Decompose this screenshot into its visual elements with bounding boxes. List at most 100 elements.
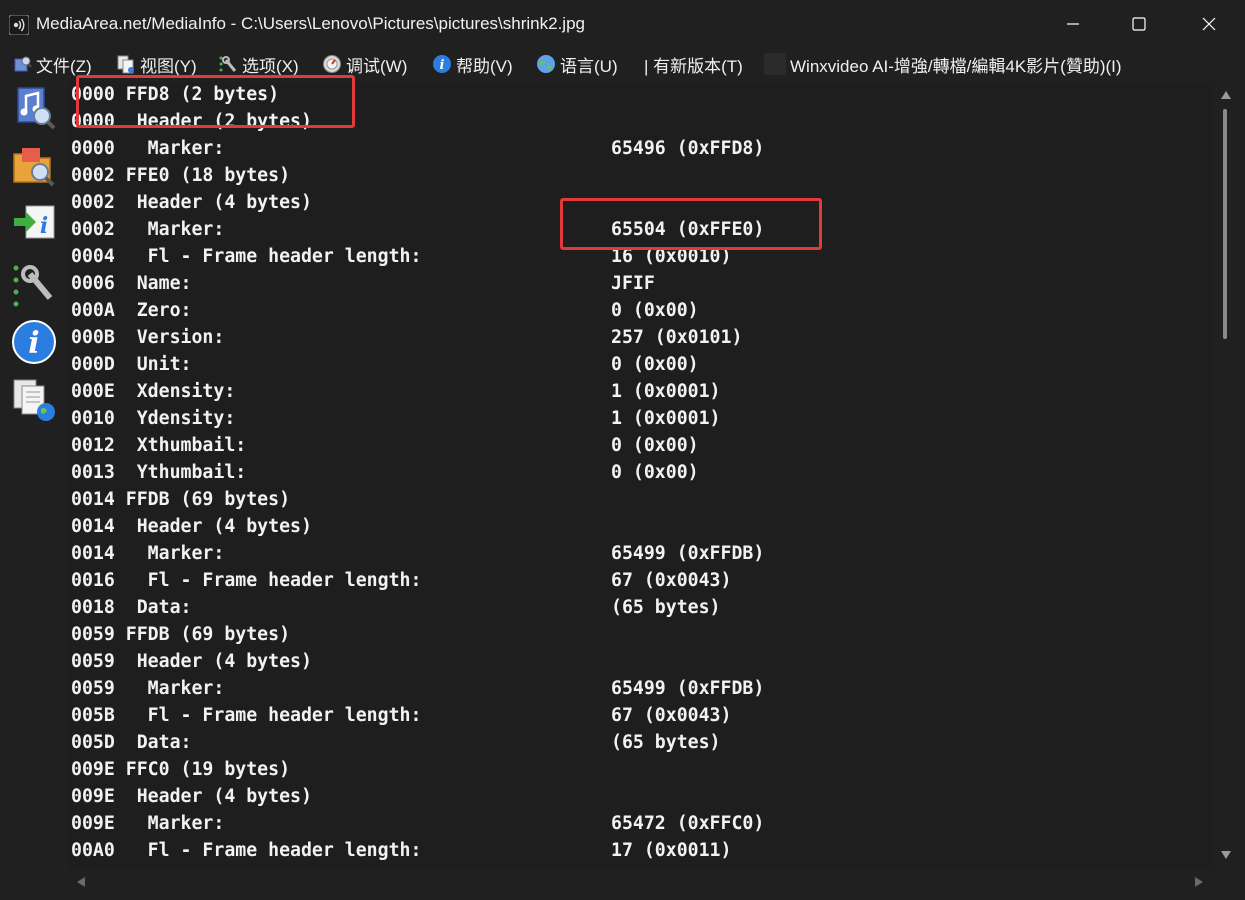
info-row: 009E Marker: [71,813,224,840]
row-label: Ydensity: [136,408,236,429]
row-offset: 000E [71,381,115,402]
row-value: 65496 (0xFFD8) [611,138,765,159]
row-indent [115,300,137,321]
row-value: 1 (0x0001) [611,408,721,429]
export-button[interactable]: i [10,200,58,250]
scroll-left-arrow-icon[interactable] [76,876,86,888]
row-indent [115,678,148,699]
row-indent [115,435,137,456]
row-label: Fl - Frame header length: [147,246,422,267]
menu-help[interactable]: i 帮助(V) [432,48,513,80]
scroll-right-arrow-icon[interactable] [1194,876,1204,888]
info-row: 0010 Ydensity: [71,408,235,435]
row-indent [115,138,148,159]
row-offset: 00A0 [71,840,115,861]
row-value: 0 (0x00) [611,354,699,375]
info-row: 0002 FFE0 (18 bytes) [71,165,290,192]
row-indent [115,570,148,591]
info-row: 0014 Header (4 bytes) [71,516,312,543]
row-indent [115,732,137,753]
info-row: 009E Header (4 bytes) [71,786,312,813]
row-label: Header (4 bytes) [136,192,312,213]
row-indent [115,246,148,267]
info-row: 0012 Xthumbail: [71,435,246,462]
row-label: FFE0 (18 bytes) [125,165,291,186]
scroll-up-arrow-icon[interactable] [1220,90,1232,100]
menu-new-version[interactable]: | 有新版本(T) [644,48,743,80]
row-indent [115,327,137,348]
music-file-icon [17,87,56,130]
row-offset: 0059 [71,678,115,699]
options-icon [219,56,237,72]
row-label: FFDB (69 bytes) [125,624,291,645]
vertical-scroll-thumb[interactable] [1223,109,1227,339]
row-offset: 000D [71,354,115,375]
row-offset: 000B [71,327,115,348]
row-offset: 0002 [71,192,115,213]
row-offset: 0010 [71,408,115,429]
export-info-icon: i [14,205,55,239]
open-file-button[interactable] [10,84,58,134]
file-icon [14,56,32,72]
preferences-button[interactable] [10,260,58,310]
row-indent [115,489,126,510]
info-row: 000D Unit: [71,354,191,381]
row-offset: 000A [71,300,115,321]
info-row: 000E Xdensity: [71,381,235,408]
mediainfo-window: MediaArea.net/MediaInfo - C:\Users\Lenov… [0,0,1245,900]
info-row: 0014 Marker: [71,543,224,570]
row-label: Marker: [147,543,225,564]
row-indent [115,273,137,294]
info-icon: i [12,320,56,364]
row-offset: 0014 [71,489,115,510]
vertical-scrollbar[interactable] [1214,82,1237,870]
svg-text:i: i [40,213,48,239]
row-label: Xthumbail: [136,435,247,456]
row-label: Zero: [136,300,192,321]
row-value: 1 (0x0001) [611,381,721,402]
menu-sponsor[interactable]: Winxvideo AI-增強/轉檔/編輯4K影片(贊助)(I) [764,48,1122,80]
row-indent [115,408,137,429]
info-row: 0059 Header (4 bytes) [71,651,312,678]
title-bar[interactable]: MediaArea.net/MediaInfo - C:\Users\Lenov… [0,0,1245,48]
row-indent [115,759,126,780]
debug-icon [323,55,341,73]
close-button[interactable] [1180,0,1238,48]
info-row: 000B Version: [71,327,224,354]
row-label: Fl - Frame header length: [147,840,422,861]
row-value: 0 (0x00) [611,300,699,321]
row-label: Ythumbail: [136,462,247,483]
info-row: 0018 Data: [71,597,191,624]
row-offset: 0000 [71,138,115,159]
info-row: 009E FFC0 (19 bytes) [71,759,290,786]
row-indent [115,219,148,240]
row-label: Marker: [147,813,225,834]
row-indent [115,624,126,645]
row-offset: 0002 [71,219,115,240]
info-row: 0004 Fl - Frame header length: [71,246,421,273]
view-icon [117,55,134,74]
menu-sponsor-label: Winxvideo AI-增強/轉檔/編輯4K影片(贊助)(I) [790,56,1122,76]
row-indent [115,705,148,726]
open-folder-button[interactable] [10,142,58,192]
maximize-button[interactable] [1110,0,1168,48]
row-offset: 009E [71,759,115,780]
row-value: 0 (0x00) [611,435,699,456]
knowledge-button[interactable] [10,376,58,426]
side-toolbar: i i [0,80,68,900]
minimize-button[interactable] [1044,0,1102,48]
row-value: 17 (0x0011) [611,840,732,861]
scroll-down-arrow-icon[interactable] [1220,850,1232,860]
menu-options-label: 选项(X) [242,56,299,76]
info-row: 0059 FFDB (69 bytes) [71,624,290,651]
annotation-box-ffd8 [76,75,355,128]
menu-language[interactable]: 语言(U) [536,48,618,80]
annotation-box-ffe0-marker [560,198,822,250]
info-row: 00A0 Fl - Frame header length: [71,840,421,867]
row-indent [115,813,148,834]
row-indent [115,381,137,402]
menu-language-label: 语言(U) [560,56,618,76]
info-row: 0002 Marker: [71,219,224,246]
horizontal-scrollbar[interactable] [68,870,1214,894]
about-button[interactable]: i [10,318,58,368]
